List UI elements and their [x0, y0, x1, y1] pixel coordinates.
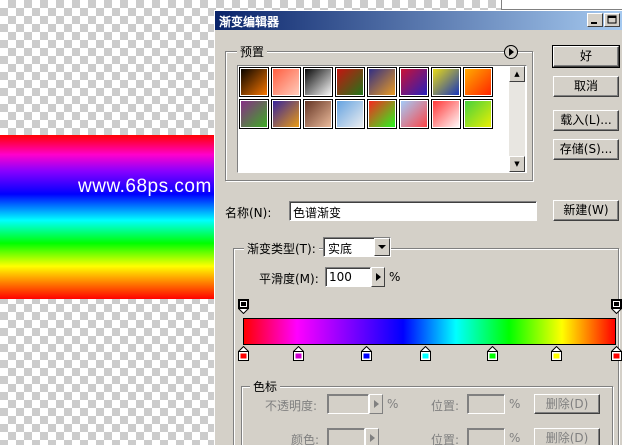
opacity-percent: % — [387, 397, 399, 411]
preset-swatch[interactable] — [367, 67, 397, 97]
play-arrow-icon — [509, 48, 514, 56]
play-arrow-icon — [370, 434, 375, 442]
smoothness-input[interactable]: 100 — [325, 267, 371, 287]
preset-swatch[interactable] — [271, 67, 301, 97]
name-label: 名称(N): — [225, 206, 272, 220]
opacity-location-input[interactable] — [467, 394, 505, 414]
maximize-icon — [607, 15, 617, 24]
color-stop[interactable] — [293, 346, 305, 361]
color-stop[interactable] — [610, 346, 622, 361]
color-stop[interactable] — [360, 346, 372, 361]
color-location-input[interactable] — [467, 428, 505, 445]
presets-scrollbar[interactable]: ▲ ▼ — [509, 66, 525, 172]
dropdown-arrow[interactable] — [374, 238, 390, 256]
rainbow-gradient-preview — [0, 135, 214, 299]
gradient-type-value: 实底 — [328, 242, 353, 256]
color-menu-button[interactable] — [365, 428, 379, 445]
presets-menu-button[interactable] — [504, 45, 518, 59]
gradient-type-label: 渐变类型(T): — [244, 240, 319, 257]
gradient-type-select[interactable]: 实底 — [323, 237, 391, 257]
opacity-label: 不透明度: — [265, 399, 318, 413]
color-label: 颜色: — [291, 433, 320, 445]
play-arrow-icon — [374, 400, 379, 408]
chevron-down-icon — [378, 245, 386, 249]
ok-button[interactable]: 好 — [552, 45, 620, 68]
smoothness-unit: % — [389, 270, 401, 284]
preset-swatch[interactable] — [303, 99, 333, 129]
preset-swatch[interactable] — [431, 67, 461, 97]
color-location-label: 位置: — [431, 433, 460, 445]
preset-swatch[interactable] — [463, 67, 493, 97]
scroll-down-arrow[interactable]: ▼ — [509, 156, 525, 172]
minimize-button[interactable] — [587, 13, 603, 27]
maximize-button[interactable] — [604, 13, 620, 27]
preset-swatch[interactable] — [431, 99, 461, 129]
color-stop[interactable] — [420, 346, 432, 361]
canvas-window-edge — [501, 0, 622, 10]
preset-swatch[interactable] — [239, 99, 269, 129]
scroll-up-arrow[interactable]: ▲ — [509, 66, 525, 82]
preset-swatch[interactable] — [239, 67, 269, 97]
smoothness-slider-button[interactable] — [371, 267, 385, 287]
preset-swatch[interactable] — [399, 99, 429, 129]
color-swatch-input[interactable] — [327, 428, 365, 445]
watermark: www.68ps.com — [78, 176, 212, 197]
preset-swatch[interactable] — [399, 67, 429, 97]
color-stop[interactable] — [550, 346, 562, 361]
opacity-slider-button[interactable] — [369, 394, 383, 414]
preset-swatch[interactable] — [335, 99, 365, 129]
load-button[interactable]: 载入(L)... — [553, 110, 619, 131]
play-arrow-icon — [376, 273, 381, 281]
opacity-input[interactable] — [327, 394, 369, 414]
stops-label: 色标 — [250, 378, 281, 395]
gradient-editor-dialog: 渐变编辑器 预置 ▲ ▼ 好 取消 载入(L)... 存储(S)... 名称(N… — [214, 10, 622, 445]
cancel-button[interactable]: 取消 — [553, 76, 619, 97]
dialog-title: 渐变编辑器 — [219, 15, 280, 29]
new-button[interactable]: 新建(W) — [553, 200, 619, 221]
opacity-stop[interactable] — [237, 299, 249, 314]
name-input[interactable]: 色谱渐变 — [289, 201, 537, 221]
opacity-location-label: 位置: — [431, 399, 460, 413]
preset-swatch[interactable] — [463, 99, 493, 129]
presets-label: 预置 — [237, 43, 268, 60]
save-button[interactable]: 存储(S)... — [553, 139, 619, 160]
gradient-bar[interactable] — [243, 318, 616, 345]
preset-swatch[interactable] — [303, 67, 333, 97]
color-location-percent: % — [509, 431, 521, 445]
preset-swatch[interactable] — [335, 67, 365, 97]
color-stop[interactable] — [237, 346, 249, 361]
color-stop[interactable] — [487, 346, 499, 361]
delete-color-button[interactable]: 删除(D) — [534, 428, 600, 445]
title-bar[interactable]: 渐变编辑器 — [215, 11, 622, 30]
minimize-icon — [591, 22, 597, 24]
opacity-stop[interactable] — [610, 299, 622, 314]
delete-opacity-button[interactable]: 删除(D) — [534, 394, 600, 414]
preset-swatch[interactable] — [271, 99, 301, 129]
preset-swatch[interactable] — [367, 99, 397, 129]
smoothness-label: 平滑度(M): — [259, 272, 319, 286]
opacity-location-percent: % — [509, 397, 521, 411]
